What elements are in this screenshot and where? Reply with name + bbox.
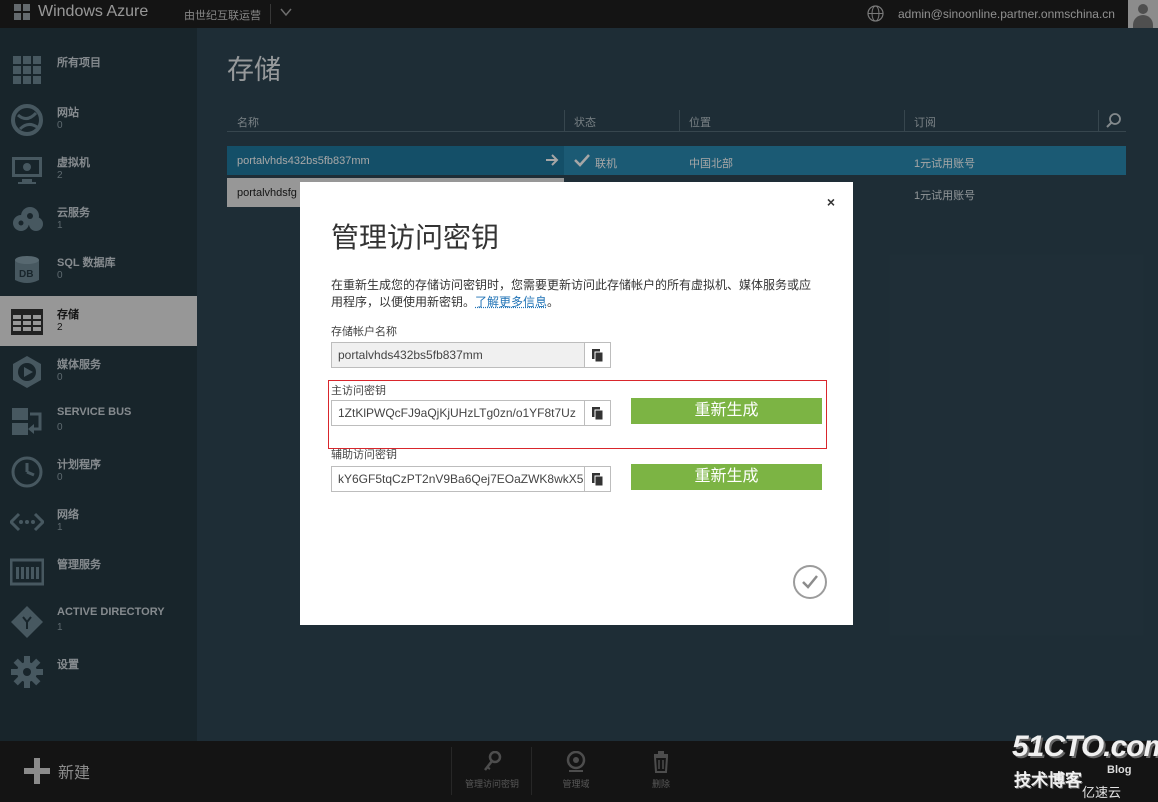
dialog-description: 在重新生成您的存储访问密钥时，您需要更新访问此存储帐户的所有虚拟机、媒体服务或应… bbox=[331, 277, 811, 311]
copy-account-name-button[interactable] bbox=[584, 342, 611, 368]
check-icon bbox=[801, 573, 819, 591]
regenerate-primary-button[interactable]: 重新生成 bbox=[631, 398, 822, 424]
watermark: 51CTO.com 技术博客 Blog 亿速云 bbox=[1012, 730, 1152, 800]
copy-primary-key-button[interactable] bbox=[584, 400, 611, 426]
watermark-blog: Blog bbox=[1107, 764, 1131, 776]
account-name-field[interactable]: portalvhds432bs5fb837mm bbox=[331, 342, 585, 368]
learn-more-link[interactable]: 了解更多信息 bbox=[475, 295, 547, 309]
confirm-button[interactable] bbox=[793, 565, 827, 599]
description-text: 在重新生成您的存储访问密钥时，您需要更新访问此存储帐户的所有虚拟机、媒体服务或应… bbox=[331, 278, 811, 309]
dialog-title: 管理访问密钥 bbox=[331, 216, 499, 256]
watermark-site: 51CTO.com bbox=[1012, 730, 1158, 764]
copy-secondary-key-button[interactable] bbox=[584, 466, 611, 492]
secondary-key-field[interactable]: kY6GF5tqCzPT2nV9Ba6Qej7EOaZWK8wkX5 bbox=[331, 466, 585, 492]
manage-access-keys-dialog: × 管理访问密钥 在重新生成您的存储访问密钥时，您需要更新访问此存储帐户的所有虚… bbox=[300, 182, 853, 625]
secondary-key-label: 辅助访问密钥 bbox=[331, 446, 397, 462]
account-name-label: 存储帐户名称 bbox=[331, 323, 397, 339]
copy-icon bbox=[591, 472, 605, 487]
watermark-tagline: 技术博客 bbox=[1014, 766, 1082, 791]
primary-key-field[interactable]: 1ZtKlPWQcFJ9aQjKjUHzLTg0zn/o1YF8t7Uz bbox=[331, 400, 585, 426]
watermark-cloud: 亿速云 bbox=[1082, 782, 1121, 801]
close-icon[interactable]: × bbox=[824, 195, 838, 209]
copy-icon bbox=[591, 406, 605, 421]
regenerate-secondary-button[interactable]: 重新生成 bbox=[631, 464, 822, 490]
description-period: 。 bbox=[547, 295, 559, 309]
copy-icon bbox=[591, 348, 605, 363]
primary-key-label: 主访问密钥 bbox=[331, 382, 386, 398]
